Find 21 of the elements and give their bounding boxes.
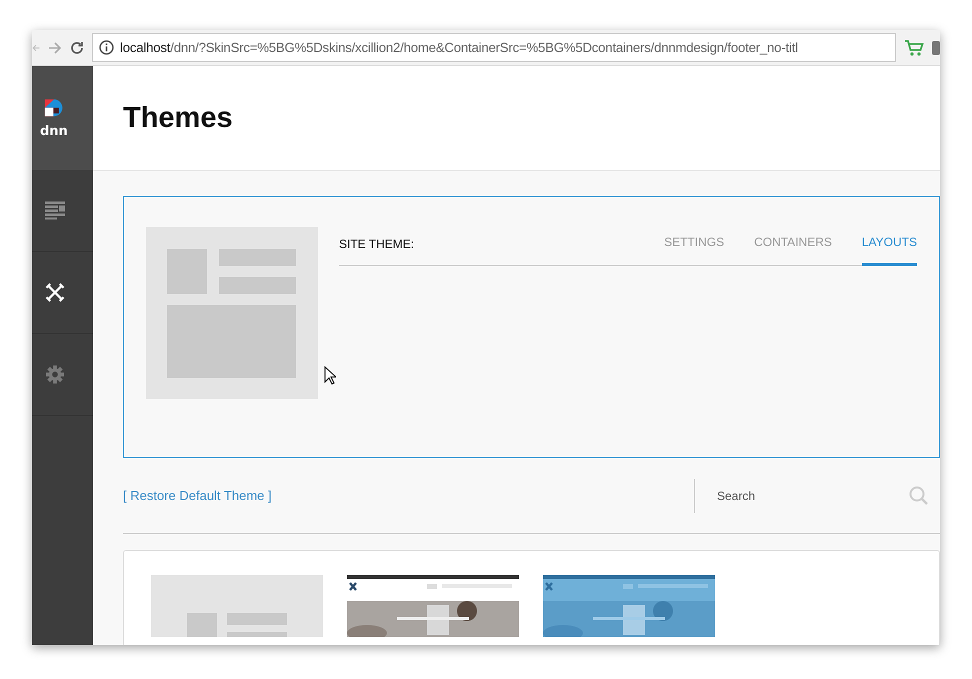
document-icon <box>44 201 64 220</box>
logo-text: dnn <box>40 126 68 138</box>
forward-icon[interactable] <box>48 40 62 54</box>
tab[interactable]: CONTAINERS <box>754 235 832 266</box>
restore-default-link[interactable]: [ Restore Default Theme ] <box>123 488 694 503</box>
site-theme-label: SITE THEME: <box>339 237 414 253</box>
tab[interactable]: LAYOUTS <box>862 235 917 266</box>
mouse-cursor-icon <box>324 366 336 385</box>
page-title: Themes <box>123 102 233 134</box>
tools-icon <box>44 283 64 302</box>
reload-icon[interactable] <box>70 40 84 54</box>
settings-icon <box>44 365 64 384</box>
layout-placeholder-icon <box>146 227 318 399</box>
search-field[interactable]: Search <box>715 488 909 504</box>
cart-icon[interactable] <box>904 38 924 56</box>
url-text: localhost/dnn/?SkinSrc=%5BG%5Dskins/xcillion2/home&ContainerSrc=%5BG%5Dcontainers/dnnmdesign/footer_no-titl <box>120 40 798 55</box>
tab[interactable]: SETTINGS <box>664 235 724 266</box>
theme-thumbnail[interactable] <box>151 575 323 637</box>
extension-icon[interactable] <box>932 40 940 56</box>
address-bar[interactable]: localhost/dnn/?SkinSrc=%5BG%5Dskins/xcillion2/home&ContainerSrc=%5BG%5Dcontainers/dnnmdesign/footer_no-titl <box>92 33 896 62</box>
info-icon[interactable] <box>99 40 114 55</box>
